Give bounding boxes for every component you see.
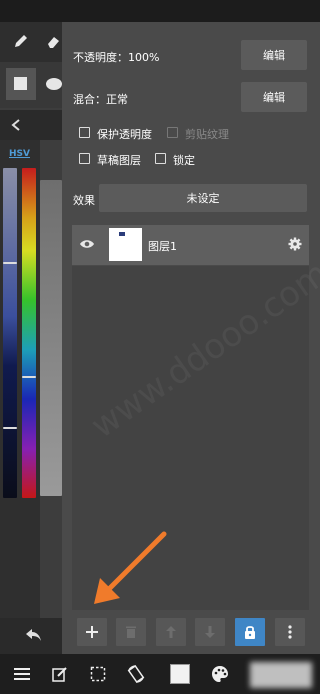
effect-label: 效果 [73,194,95,207]
protect-alpha-checkbox[interactable] [79,127,90,138]
move-up-icon [166,626,176,638]
layer-thumbnail [109,228,142,261]
color-mode-tab[interactable]: HSV [9,149,30,159]
round-brush-icon[interactable] [46,78,62,90]
undo-button[interactable] [0,618,62,654]
pen-icon[interactable] [12,32,30,50]
rotate-canvas-button[interactable] [124,662,148,686]
blurred-preview [250,662,312,688]
current-color-button[interactable] [168,662,192,686]
clipping-label: 剪贴纹理 [185,128,229,141]
menu-button[interactable] [10,662,34,686]
protect-alpha-label: 保护透明度 [97,128,152,141]
square-shape-icon [14,77,27,90]
lock-label: 锁定 [173,154,195,167]
lock-checkbox[interactable] [155,153,166,164]
spectrum-handle[interactable] [22,376,36,378]
lock-icon [245,626,255,639]
eraser-icon[interactable] [44,32,62,50]
layer-item[interactable] [72,225,309,265]
blend-edit-button[interactable]: 编辑 [241,82,307,112]
move-layer-down-button[interactable] [195,618,225,646]
eye-icon[interactable] [79,238,95,250]
lock-layer-button[interactable] [235,618,265,646]
menu-icon [14,668,30,680]
layer-name: 图层1 [148,240,177,253]
chevron-left-icon [11,119,20,131]
delete-layer-button[interactable] [116,618,146,646]
delete-layer-icon [126,626,136,638]
selection-button[interactable] [86,662,110,686]
blend-mode-label: 混合：正常 [73,93,128,106]
tool-shortcuts [0,22,62,62]
hue-strip[interactable] [3,168,17,498]
annotation-arrow [94,531,167,604]
color-swatch-icon [170,664,190,684]
palette-icon [212,666,228,682]
opacity-edit-button[interactable]: 编辑 [241,40,307,70]
add-layer-icon [86,626,98,638]
layer-thumbnail-content [119,232,125,236]
brush-shape-selector [0,62,62,108]
saturation-strip[interactable] [40,180,62,496]
hue-handle[interactable] [3,262,17,264]
rotate-canvas-icon [127,665,145,683]
draft-layer-label: 草稿图层 [97,154,141,167]
move-layer-up-button[interactable] [156,618,186,646]
more-options-button[interactable] [275,618,305,646]
spectrum-strip[interactable] [22,168,36,498]
palette-button[interactable] [208,662,232,686]
value-handle[interactable] [3,427,17,429]
edit-button[interactable] [48,662,72,686]
add-layer-button[interactable] [77,618,107,646]
status-bar [0,0,320,22]
collapse-panel-button[interactable] [0,110,62,140]
gear-icon[interactable] [288,237,302,251]
draft-layer-checkbox[interactable] [79,153,90,164]
undo-icon [26,629,41,641]
move-down-icon [205,626,215,638]
more-icon [288,625,292,639]
opacity-label: 不透明度：100% [73,51,160,64]
clipping-checkbox[interactable] [167,127,178,138]
selection-icon [90,666,106,682]
square-brush-button[interactable] [6,68,36,100]
edit-icon [52,667,67,682]
effect-button[interactable]: 未设定 [99,184,307,212]
